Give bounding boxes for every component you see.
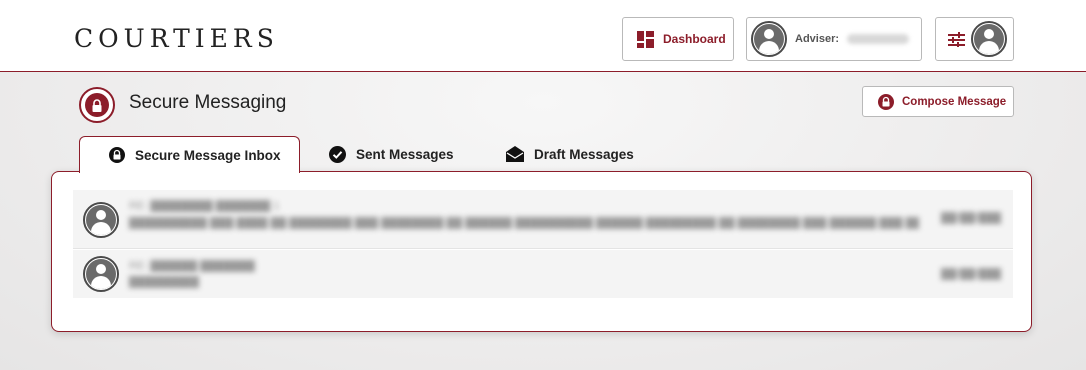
user-avatar-icon	[971, 21, 1007, 57]
courtiers-logo[interactable]: COURTIERS	[74, 24, 279, 53]
compose-message-button[interactable]: Compose Message	[862, 86, 1014, 117]
message-date: ██/██/████	[941, 268, 1001, 280]
lock-icon	[109, 147, 125, 163]
message-date: ██/██/████	[941, 212, 1001, 224]
page-title: Secure Messaging	[129, 92, 287, 113]
tab-draft-messages[interactable]: Draft Messages	[506, 136, 634, 172]
dashboard-label: Dashboard	[663, 32, 726, 46]
sender-avatar-icon	[83, 202, 119, 238]
compose-message-label: Compose Message	[902, 95, 1007, 108]
tab-label: Sent Messages	[356, 146, 454, 162]
message-subject: RE: ██████ ███████	[129, 260, 255, 272]
dashboard-grid-icon	[637, 30, 654, 48]
adviser-label: Adviser:	[795, 33, 840, 45]
open-envelope-icon	[506, 146, 524, 162]
inbox-panel: RE: ████████ ███████ 1 ██████████ ███ ██…	[51, 171, 1032, 332]
adviser-name-redacted	[847, 34, 910, 44]
message-preview: ██████████ ███ ████ ██ ████████ ███ ████…	[129, 217, 919, 229]
secure-messaging-lock-icon	[79, 87, 115, 123]
adviser-button[interactable]: Adviser:	[746, 17, 922, 61]
message-row[interactable]: RE: ██████ ███████ ██████████ ██/██/████	[73, 250, 1013, 298]
message-row[interactable]: RE: ████████ ███████ 1 ██████████ ███ ██…	[73, 190, 1013, 249]
tab-label: Secure Message Inbox	[135, 147, 281, 163]
sliders-icon	[948, 31, 965, 47]
sender-avatar-icon	[83, 256, 119, 292]
message-subject: RE: ████████ ███████ 1	[129, 200, 280, 212]
message-preview: ██████████	[129, 276, 199, 288]
lock-icon	[878, 93, 894, 110]
check-circle-icon	[329, 145, 346, 163]
tab-secure-message-inbox[interactable]: Secure Message Inbox	[79, 136, 300, 173]
tab-label: Draft Messages	[534, 146, 634, 162]
dashboard-button[interactable]: Dashboard	[622, 17, 734, 61]
tab-sent-messages[interactable]: Sent Messages	[329, 136, 454, 172]
top-header: COURTIERS Dashboard Adviser:	[0, 0, 1086, 72]
account-settings-button[interactable]	[935, 17, 1014, 61]
adviser-avatar-icon	[751, 21, 787, 57]
